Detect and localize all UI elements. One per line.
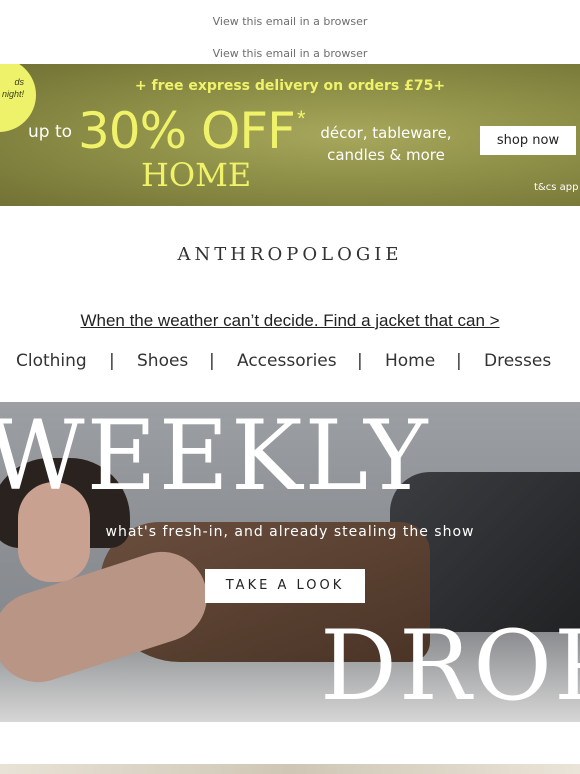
brand-logo[interactable]: ANTHROPOLOGIE — [0, 244, 580, 265]
promo-category: HOME — [141, 156, 252, 194]
nav-item-dresses[interactable]: Dresses — [484, 351, 551, 371]
hero-title-weekly: WEEKLY — [0, 402, 430, 512]
next-section-image — [0, 764, 580, 774]
nav-item-home[interactable]: Home — [385, 351, 435, 371]
discount-text: 30% OFF — [78, 102, 296, 160]
nav-separator: | — [357, 351, 363, 371]
promo-banner[interactable]: ds night! + free express delivery on ord… — [0, 64, 580, 206]
view-in-browser-link[interactable]: View this email in a browser — [0, 15, 580, 28]
up-to-text: up to — [28, 122, 73, 142]
hero-tagline: what's fresh-in, and already stealing th… — [105, 524, 475, 540]
nav-item-accessories[interactable]: Accessories — [237, 351, 337, 371]
weekly-drop-hero[interactable]: WEEKLY what's fresh-in, and already stea… — [0, 402, 580, 722]
category-nav: Clothing | Shoes | Accessories | Home | … — [0, 349, 580, 377]
nav-item-shoes[interactable]: Shoes — [137, 351, 188, 371]
asterisk-text: * — [297, 106, 306, 131]
nav-separator: | — [209, 351, 215, 371]
nav-separator: | — [456, 351, 462, 371]
terms-text[interactable]: t&cs app — [534, 182, 578, 193]
free-delivery-text: + free express delivery on orders £75+ — [134, 78, 446, 94]
nav-separator: | — [109, 351, 115, 371]
view-in-browser-link-2[interactable]: View this email in a browser — [0, 47, 580, 60]
promo-items-text: décor, tableware, candles & more — [320, 124, 452, 164]
hero-title-drop: DROP — [320, 610, 580, 722]
take-a-look-button[interactable]: TAKE A LOOK — [205, 569, 365, 603]
jacket-promo-link[interactable]: When the weather can’t decide. Find a ja… — [0, 311, 580, 331]
nav-item-clothing[interactable]: Clothing — [16, 351, 87, 371]
shop-now-button[interactable]: shop now — [480, 126, 576, 155]
